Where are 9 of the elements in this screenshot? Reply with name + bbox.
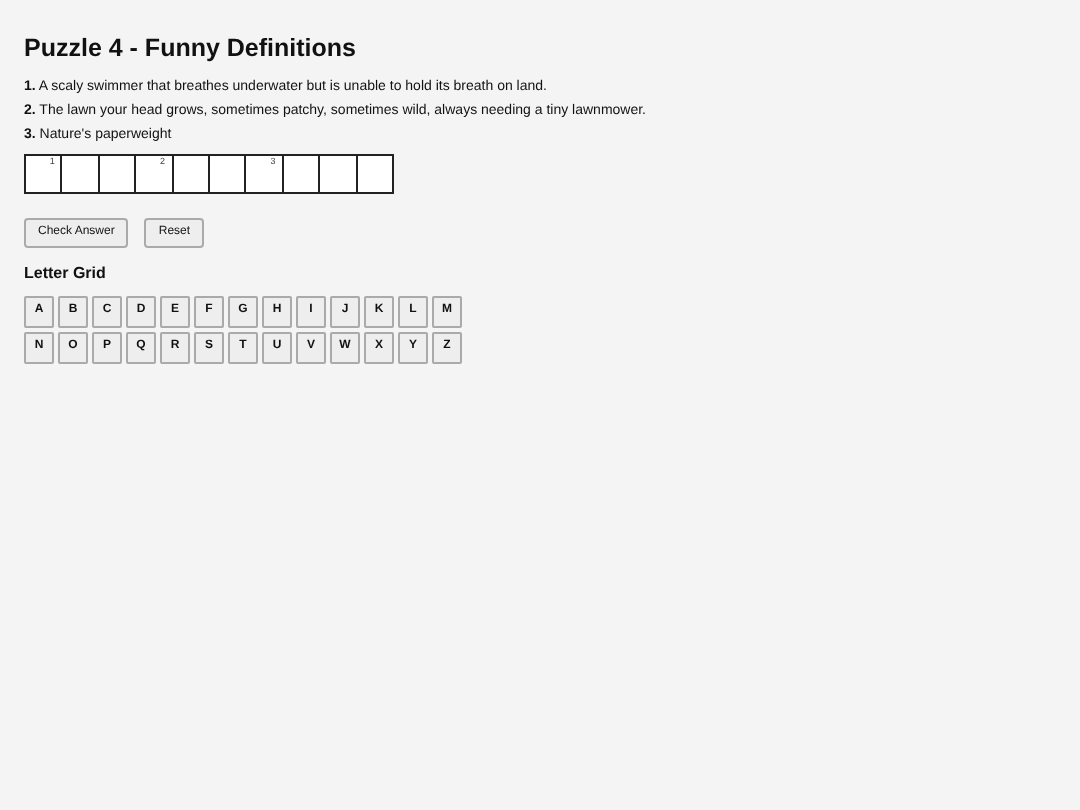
answer-cell[interactable]	[318, 154, 358, 194]
answer-cell[interactable]	[281, 154, 321, 194]
answer-cell[interactable]	[171, 154, 210, 194]
answer-cell[interactable]	[207, 154, 247, 194]
answer-cell[interactable]	[60, 154, 100, 194]
puzzle-title: Puzzle 4 - Funny Definitions	[24, 34, 358, 64]
answer-cell[interactable]	[97, 154, 137, 194]
answer-cell[interactable]	[355, 154, 394, 194]
section-heading: Letter Grid	[24, 264, 108, 284]
